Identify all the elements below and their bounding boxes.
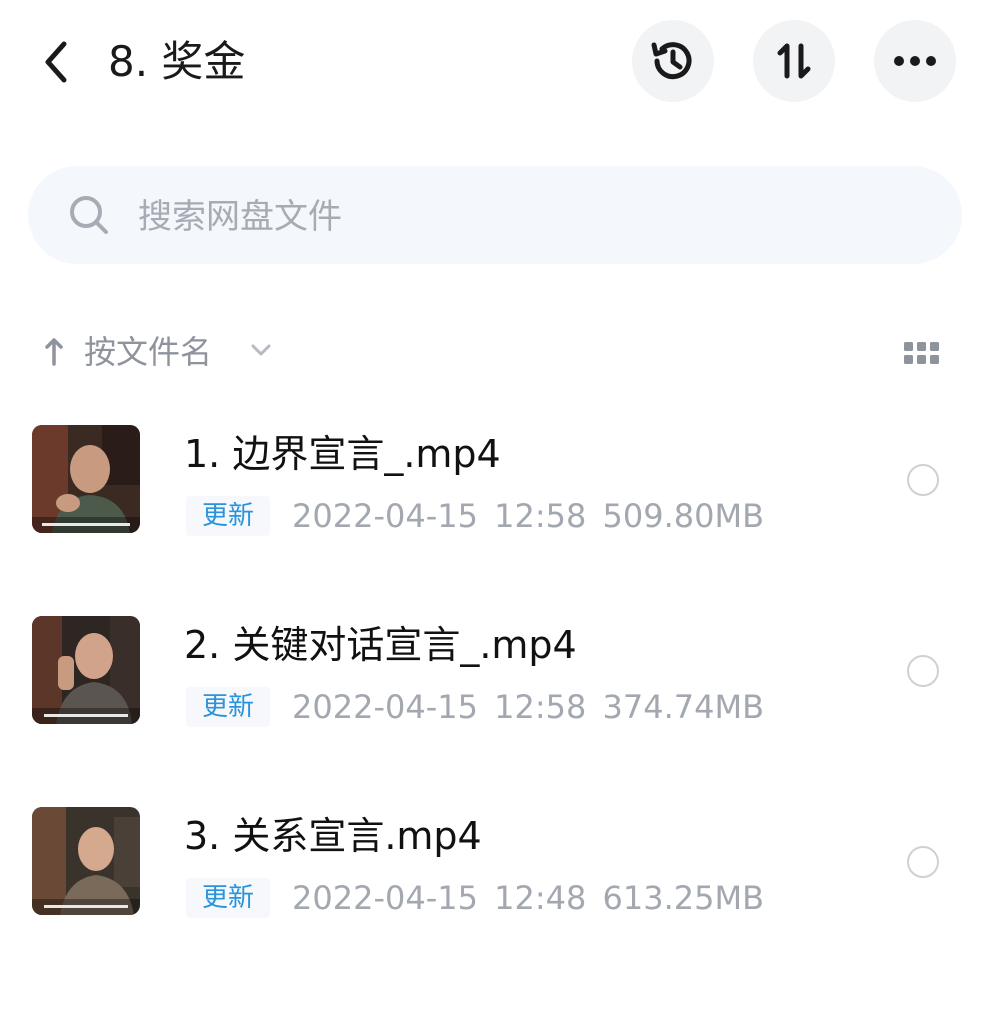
more-button[interactable] [874,20,956,102]
search-icon [70,196,108,234]
file-meta: 2022-04-15 12:58 374.74MB [292,688,765,726]
chevron-down-icon[interactable] [250,342,272,358]
select-radio[interactable] [907,464,939,496]
sort-order-button[interactable] [753,20,835,102]
page-title: 8. 奖金 [108,37,246,86]
select-radio[interactable] [907,655,939,687]
update-badge: 更新 [186,878,271,918]
history-button[interactable] [632,20,714,102]
back-button[interactable] [30,30,80,94]
arrow-up-icon [45,338,63,366]
file-name: 1. 边界宣言_.mp4 [184,432,501,476]
video-thumbnail [32,425,140,533]
video-thumbnail [32,807,140,915]
update-badge: 更新 [186,687,271,727]
update-badge: 更新 [186,496,271,536]
grid-view-icon[interactable] [902,340,942,366]
file-row[interactable]: 2. 关键对话宣言_.mp4 更新 2022-04-15 12:58 374.7… [0,596,1000,746]
file-meta: 2022-04-15 12:58 509.80MB [292,497,765,535]
select-radio[interactable] [907,846,939,878]
sort-arrows-icon [777,43,811,79]
file-row[interactable]: 1. 边界宣言_.mp4 更新 2022-04-15 12:58 509.80M… [0,405,1000,555]
sort-by-name[interactable]: 按文件名 [84,330,212,374]
file-name: 3. 关系宣言.mp4 [184,814,482,858]
file-name: 2. 关键对话宣言_.mp4 [184,623,577,667]
video-thumbnail [32,616,140,724]
file-meta: 2022-04-15 12:48 613.25MB [292,879,765,917]
top-bar: 8. 奖金 [0,0,1000,130]
chevron-left-icon [45,41,67,83]
history-icon [651,42,692,80]
more-dots-icon [894,56,936,66]
file-row[interactable]: 3. 关系宣言.mp4 更新 2022-04-15 12:48 613.25MB [0,787,1000,937]
search-input[interactable] [136,188,840,246]
